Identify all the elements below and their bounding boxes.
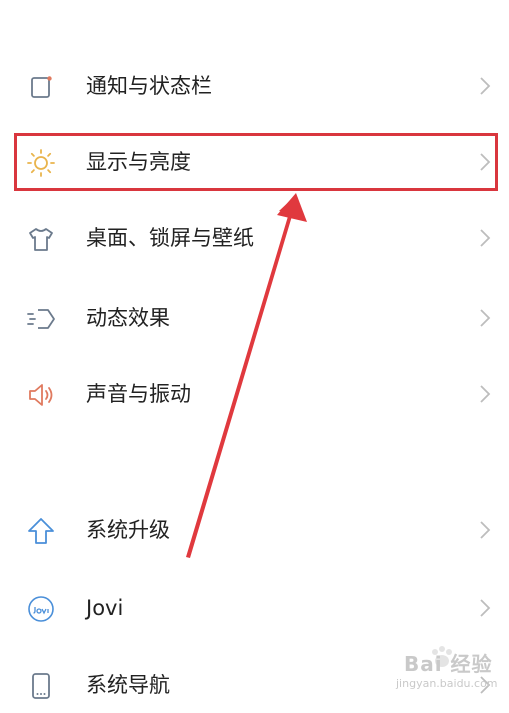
chevron-right-icon <box>478 383 492 405</box>
chevron-right-icon <box>478 227 492 249</box>
settings-item-motion-effects[interactable]: 动态效果 <box>0 290 509 346</box>
notification-icon <box>26 72 56 102</box>
jovi-icon <box>26 594 56 624</box>
chevron-right-icon <box>478 597 492 619</box>
settings-item-notification[interactable]: 通知与状态栏 <box>0 58 509 114</box>
highlight-box <box>14 133 498 191</box>
settings-item-label: 系统导航 <box>86 673 170 697</box>
settings-item-system-upgrade[interactable]: 系统升级 <box>0 502 509 558</box>
settings-item-label: 动态效果 <box>86 306 170 330</box>
settings-item-label: 通知与状态栏 <box>86 74 212 98</box>
shirt-icon <box>26 224 56 254</box>
watermark-url: jingyan.baidu.com <box>396 677 498 690</box>
chevron-right-icon <box>478 75 492 97</box>
watermark-text: Bai 经验 <box>404 652 493 676</box>
settings-item-jovi[interactable]: Jovi <box>0 580 509 636</box>
settings-list: 通知与状态栏 显示与亮度 桌面、锁屏与壁纸 动态效果 声音与振动 系统升级 Jo… <box>0 0 509 701</box>
settings-item-label: 桌面、锁屏与壁纸 <box>86 226 254 250</box>
chevron-right-icon <box>478 519 492 541</box>
upgrade-arrow-icon <box>26 516 56 546</box>
settings-item-label: Jovi <box>86 596 124 620</box>
phone-navigation-icon <box>26 671 56 701</box>
settings-item-label: 系统升级 <box>86 518 170 542</box>
motion-icon <box>26 304 56 334</box>
settings-item-desktop-wallpaper[interactable]: 桌面、锁屏与壁纸 <box>0 210 509 266</box>
settings-item-sound-vibration[interactable]: 声音与振动 <box>0 366 509 422</box>
settings-item-label: 声音与振动 <box>86 382 191 406</box>
speaker-icon <box>26 380 56 410</box>
chevron-right-icon <box>478 307 492 329</box>
